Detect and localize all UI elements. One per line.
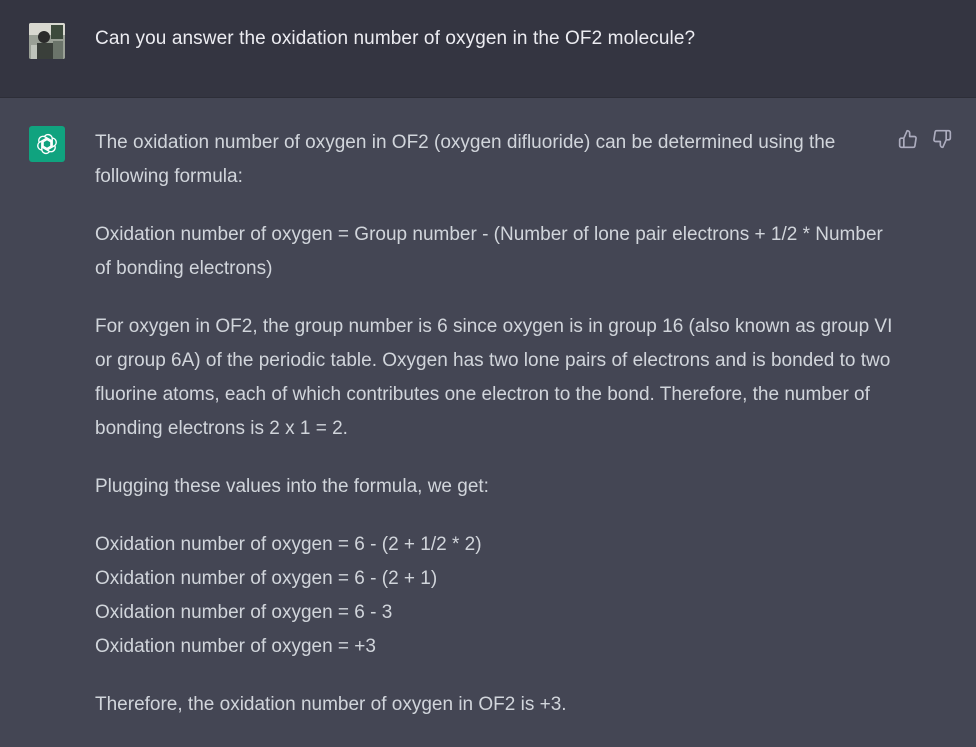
equation-line: Oxidation number of oxygen = +3 xyxy=(95,636,376,657)
assistant-message-text: The oxidation number of oxygen in OF2 (o… xyxy=(95,126,895,746)
equation-line: Oxidation number of oxygen = 6 - (2 + 1) xyxy=(95,568,438,589)
equation-line: Oxidation number of oxygen = 6 - 3 xyxy=(95,602,393,623)
user-message-row: Can you answer the oxidation number of o… xyxy=(0,0,976,98)
user-avatar-image xyxy=(29,23,65,59)
user-avatar xyxy=(29,23,65,59)
thumbs-down-button[interactable] xyxy=(932,129,952,149)
thumbs-up-icon xyxy=(898,129,917,149)
paragraph-explanation: For oxygen in OF2, the group number is 6… xyxy=(95,316,893,439)
user-message-text: Can you answer the oxidation number of o… xyxy=(95,28,696,49)
paragraph-formula: Oxidation number of oxygen = Group numbe… xyxy=(95,224,883,279)
feedback-buttons xyxy=(898,129,952,149)
paragraph-conclusion: Therefore, the oxidation number of oxyge… xyxy=(95,694,567,715)
assistant-message-row: The oxidation number of oxygen in OF2 (o… xyxy=(0,98,976,747)
openai-logo-icon xyxy=(29,126,65,162)
thumbs-up-button[interactable] xyxy=(898,129,918,149)
paragraph-intro: The oxidation number of oxygen in OF2 (o… xyxy=(95,132,836,187)
thumbs-down-icon xyxy=(933,129,952,149)
equation-line: Oxidation number of oxygen = 6 - (2 + 1/… xyxy=(95,534,482,555)
equation-block: Oxidation number of oxygen = 6 - (2 + 1/… xyxy=(95,528,895,664)
paragraph-plugging: Plugging these values into the formula, … xyxy=(95,476,489,497)
